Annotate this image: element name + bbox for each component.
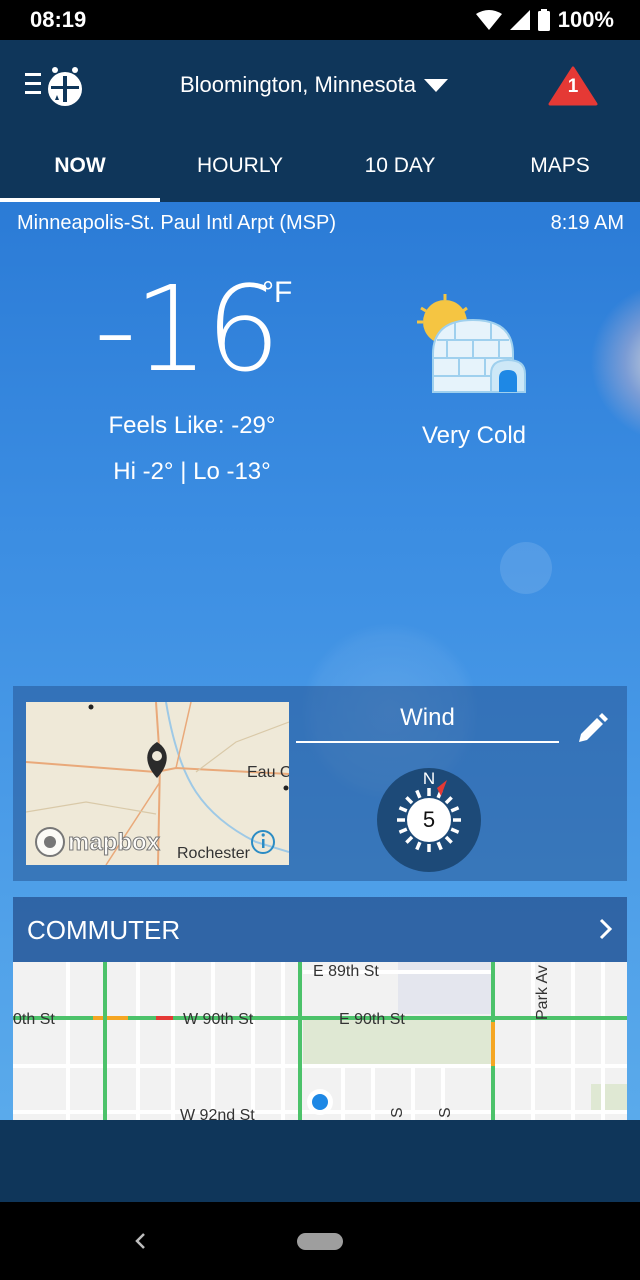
igloo-sun-icon	[417, 294, 526, 393]
lens-flare-small	[500, 542, 552, 594]
traffic-map-graphic: E 89th St 0th St W 90th St E 90th St W 9…	[13, 962, 627, 1120]
alerts-button[interactable]: 1	[548, 66, 598, 106]
caret-down-icon	[424, 78, 449, 92]
temperature: -16	[94, 260, 281, 398]
map-label-rochester: Rochester	[177, 845, 251, 862]
commuter-title: COMMUTER	[27, 915, 181, 945]
sun-flare	[590, 282, 640, 442]
tab-hourly[interactable]: HOURLY	[160, 132, 320, 202]
wind-speed: 5	[423, 807, 435, 832]
menu-logo-icon[interactable]	[22, 64, 86, 108]
temperature-unit: °F	[262, 276, 293, 309]
tab-now[interactable]: NOW	[0, 132, 160, 202]
commuter-card[interactable]: COMMUTER E 89th St 0th St W 90th St E 90…	[13, 897, 627, 1120]
tab-10-day[interactable]: 10 DAY	[320, 132, 480, 202]
wind-compass: N 5	[377, 768, 481, 872]
status-bar: 08:19 100%	[0, 0, 640, 40]
system-nav-bar	[0, 1202, 640, 1280]
street-s2: S	[437, 1107, 454, 1118]
observation-time: 8:19 AM	[550, 212, 624, 234]
bottom-strip	[0, 1120, 640, 1202]
mini-map-graphic: Eau C Rochester mapbox	[26, 702, 289, 865]
street-w90: W 90th St	[183, 1011, 254, 1028]
location-selector[interactable]: Bloomington, Minnesota	[180, 72, 449, 98]
wind-title: Wind	[400, 704, 455, 731]
chevron-right-icon	[599, 918, 613, 940]
battery-percent: 100%	[557, 7, 614, 32]
battery-icon	[537, 9, 550, 31]
mapbox-attribution: mapbox	[68, 829, 161, 856]
hi-lo: Hi -2° | Lo -13°	[113, 458, 271, 485]
radar-mini-map[interactable]: Eau C Rochester mapbox	[26, 702, 289, 865]
app-header: Bloomington, Minnesota 1 NOW HOURLY 10 D…	[0, 40, 640, 202]
commuter-header[interactable]: COMMUTER	[13, 897, 627, 962]
street-w90-left: 0th St	[13, 1011, 55, 1028]
map-label-eau: Eau C	[247, 764, 289, 781]
wifi-icon	[475, 10, 502, 30]
location-name: Bloomington, Minnesota	[180, 72, 417, 97]
station-name: Minneapolis-St. Paul Intl Arpt (MSP)	[17, 212, 337, 234]
condition-text: Very Cold	[421, 422, 527, 449]
street-e90: E 90th St	[339, 1011, 405, 1028]
back-icon[interactable]	[130, 1230, 152, 1252]
street-park: Park Av	[534, 965, 551, 1020]
home-pill[interactable]	[297, 1233, 343, 1250]
tab-maps[interactable]: MAPS	[480, 132, 640, 202]
compass-north: N	[423, 769, 435, 788]
cell-signal-icon	[509, 10, 530, 30]
status-time: 08:19	[30, 7, 87, 32]
wind-divider	[296, 741, 559, 743]
street-s1: S	[389, 1107, 406, 1118]
current-conditions: Minneapolis-St. Paul Intl Arpt (MSP) 8:1…	[0, 202, 640, 1120]
feels-like: Feels Like: -29°	[108, 412, 276, 439]
toolbar: Bloomington, Minnesota 1	[0, 40, 640, 132]
status-icons: 100%	[475, 7, 614, 33]
traffic-map[interactable]: E 89th St 0th St W 90th St E 90th St W 9…	[13, 962, 627, 1120]
tab-bar: NOW HOURLY 10 DAY MAPS	[0, 132, 640, 202]
street-e89: E 89th St	[313, 963, 379, 980]
map-wind-card: Eau C Rochester mapbox Wind N 5	[13, 686, 627, 881]
alert-count: 1	[567, 76, 579, 97]
pencil-icon[interactable]	[575, 712, 609, 746]
street-w92: W 92nd St	[180, 1107, 255, 1120]
